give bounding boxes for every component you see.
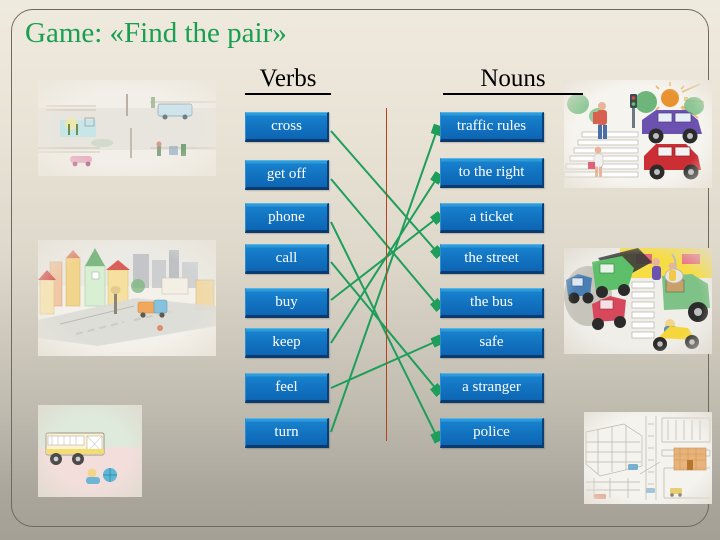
connection-line: [330, 178, 445, 313]
noun-button[interactable]: a ticket: [440, 203, 544, 233]
verb-button[interactable]: call: [245, 244, 329, 274]
crosswalk-cars-drawing: [564, 80, 712, 188]
connection-line: [330, 221, 444, 444]
verb-button[interactable]: get off: [245, 160, 329, 190]
street-scene-drawing: [38, 80, 216, 176]
connection-line: [330, 261, 445, 398]
verb-button[interactable]: turn: [245, 418, 329, 448]
connection-line: [330, 171, 444, 344]
city-sketch-drawing: [584, 412, 712, 504]
colorful-town-drawing: [38, 240, 216, 356]
center-divider: [386, 108, 387, 441]
presentation-slide: Game: «Find the pair» Verbs Nouns cross g…: [0, 0, 720, 540]
connection-line: [330, 130, 445, 260]
verb-button[interactable]: phone: [245, 203, 329, 233]
yellow-bus-drawing: [38, 405, 142, 497]
connection-line: [330, 334, 444, 389]
page-title: Game: «Find the pair»: [25, 17, 287, 49]
noun-button[interactable]: to the right: [440, 158, 544, 188]
noun-button[interactable]: the bus: [440, 288, 544, 318]
noun-button[interactable]: safe: [440, 328, 544, 358]
verb-button[interactable]: cross: [245, 112, 329, 142]
verb-button[interactable]: keep: [245, 328, 329, 358]
connection-line: [330, 123, 444, 433]
connection-line: [330, 210, 445, 301]
noun-button[interactable]: the street: [440, 244, 544, 274]
column-header-verbs: Verbs: [245, 65, 331, 95]
verb-button[interactable]: feel: [245, 373, 329, 403]
noun-button[interactable]: police: [440, 418, 544, 448]
column-header-nouns: Nouns: [443, 65, 583, 95]
noun-button[interactable]: a stranger: [440, 373, 544, 403]
traffic-accident-drawing: [564, 248, 712, 354]
verb-button[interactable]: buy: [245, 288, 329, 318]
noun-button[interactable]: traffic rules: [440, 112, 544, 142]
